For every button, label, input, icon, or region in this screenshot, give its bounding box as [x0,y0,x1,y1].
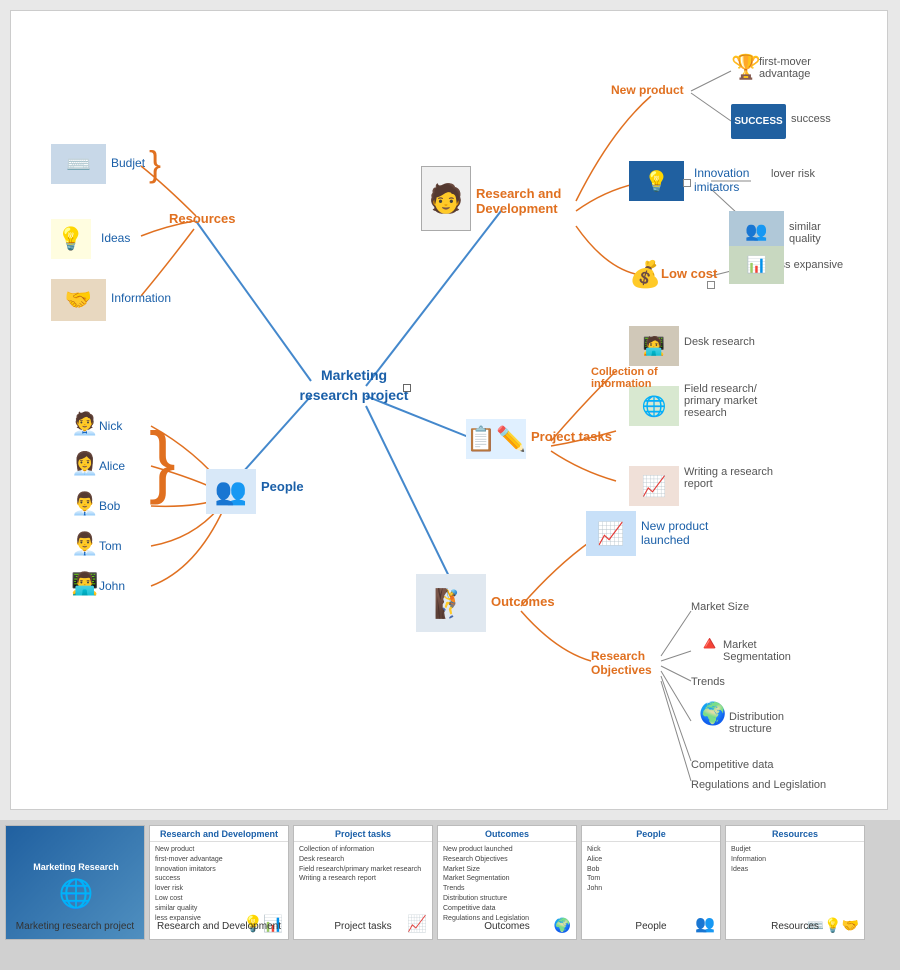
leaf-market-size: Market Size [691,601,749,613]
thumb-body-tasks: Collection of informationDesk researchFi… [294,842,432,887]
node-ideas[interactable]: Ideas [101,231,130,245]
icon-coins: 💰 [629,259,661,290]
node-bob[interactable]: Bob [99,499,120,513]
thumb-body-outcomes: New product launchedResearch ObjectivesM… [438,842,576,926]
icon-quality: 👥 [729,211,784,251]
icon-alice: 👩‍💼 [71,451,98,477]
icon-bob: 👨‍💼 [71,491,98,517]
leaf-lover-risk: lover risk [771,168,815,180]
leaf-regulations: Regulations and Legislation [691,779,826,791]
thumb-title-people: People [582,826,720,842]
thumb-card-marketing[interactable]: Marketing Research 🌐 Marketing research … [5,825,145,940]
node-nick[interactable]: Nick [99,419,122,433]
thumb-card-resources[interactable]: Resources BudjetInformationIdeas ⌨️💡🤝 Re… [725,825,865,940]
node-launched[interactable]: New productlaunched [641,519,708,547]
thumb-card-rd[interactable]: Research and Development New productfirs… [149,825,289,940]
node-outcomes[interactable]: Outcomes [491,594,555,609]
leaf-first-mover: first-moveradvantage [759,56,811,80]
node-research-obj[interactable]: ResearchObjectives [591,649,652,677]
leaf-similar-quality: similarquality [789,221,821,245]
icon-desk-research: 🧑‍💻 [629,326,679,366]
mindmap: Marketingresearch project 🧑 Research and… [11,11,887,809]
icon-trophy: 🏆 [731,53,761,82]
node-tom[interactable]: Tom [99,539,122,553]
leaf-competitive: Competitive data [691,759,774,771]
leaf-trends: Trends [691,676,725,688]
node-information[interactable]: Information [111,291,171,305]
icon-bulb: 💡 [51,219,91,259]
node-collection[interactable]: Collection ofinformation [591,366,658,390]
thumb-label-0: Marketing research project [5,921,145,932]
thumb-label-1: Research and Development [149,921,289,932]
node-field-research[interactable]: Field research/primary marketresearch [684,383,757,419]
thumb-title-tasks: Project tasks [294,826,432,842]
leaf-success: success [791,113,831,125]
icon-success: SUCCESS [731,104,786,139]
node-alice[interactable]: Alice [99,459,125,473]
thumb-title-rd: Research and Development [150,826,288,842]
node-desk-research[interactable]: Desk research [684,336,755,348]
thumb-label-2: Project tasks [293,921,433,932]
thumb-card-outcomes[interactable]: Outcomes New product launchedResearch Ob… [437,825,577,940]
icon-tasks: 📋✏️ [466,419,526,459]
icon-nick: 🧑‍💼 [71,411,98,437]
thumb-label-5: Resources [725,921,865,932]
leaf-market-seg: MarketSegmentation [723,639,791,663]
thumb-card-people[interactable]: People NickAliceBobTomJohn 👥 People [581,825,721,940]
thumb-label-3: Outcomes [437,921,577,932]
icon-writing: 📈 [629,466,679,506]
node-writing[interactable]: Writing a researchreport [684,466,773,490]
icon-innovation: 💡 [629,161,684,201]
thumb-title-outcomes: Outcomes [438,826,576,842]
thumb-title-resources: Resources [726,826,864,842]
icon-rd-person: 🧑 [421,166,471,231]
icon-pyramid: 🔺 [697,631,722,656]
node-rd[interactable]: Research andDevelopment [476,186,561,216]
leaf-distribution: Distributionstructure [729,711,784,735]
thumb-card-tasks[interactable]: Project tasks Collection of informationD… [293,825,433,940]
node-resources[interactable]: Resources [169,211,235,226]
node-innovation[interactable]: Innovationimitators [694,166,749,194]
icon-field-research: 🌐 [629,386,679,426]
thumb-body-people: NickAliceBobTomJohn [582,842,720,897]
icon-tom: 👨‍💼 [71,531,98,557]
thumb-label-4: People [581,921,721,932]
thumbnail-strip: Marketing Research 🌐 Marketing research … [0,820,900,970]
node-john[interactable]: John [99,579,125,593]
icon-keyboard: ⌨️ [51,144,106,184]
thumb-main-label: Marketing Research [28,857,124,877]
icon-world: 🌍 [699,701,726,727]
icon-hand: 🤝 [51,279,106,321]
node-new-product[interactable]: New product [611,83,684,97]
node-project-tasks[interactable]: Project tasks [531,429,612,444]
icon-john: 👨‍💻 [71,571,98,597]
main-canvas: Marketingresearch project 🧑 Research and… [10,10,888,810]
icon-outcomes: 🧗 [416,574,486,632]
node-budjet[interactable]: Budjet [111,156,145,170]
icon-less-expansive: 📊 [729,246,784,284]
icon-people: 👥 [206,469,256,514]
center-node[interactable]: Marketingresearch project [289,366,419,405]
node-people[interactable]: People [261,479,304,494]
node-low-cost[interactable]: Low cost [661,266,717,281]
icon-launched: 📈 [586,511,636,556]
thumb-body-resources: BudjetInformationIdeas [726,842,864,877]
